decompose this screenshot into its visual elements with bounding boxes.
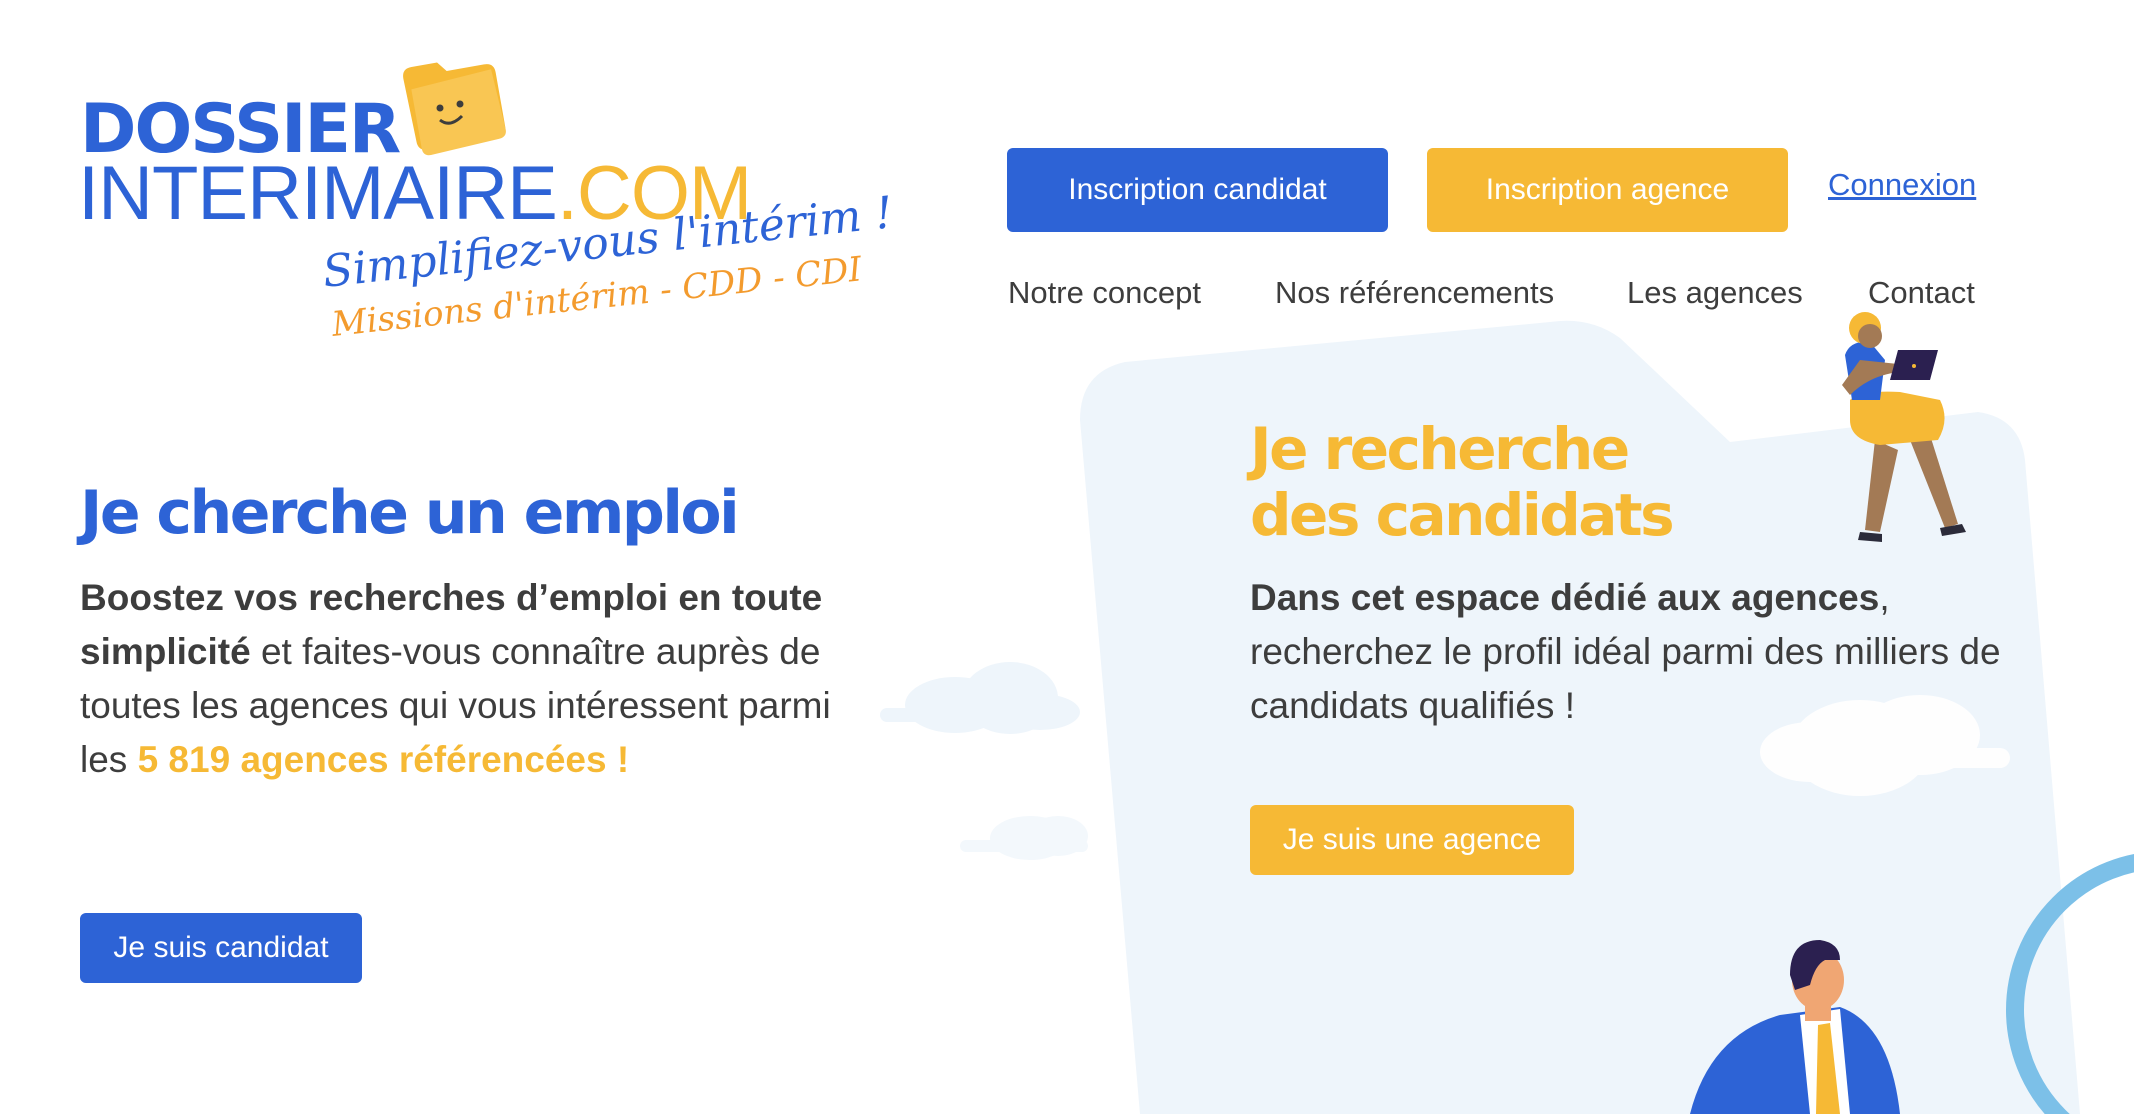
connexion-link[interactable]: Connexion [1828, 167, 1976, 203]
candidate-title: Je cherche un emploi [80, 478, 740, 548]
inscription-agence-button[interactable]: Inscription agence [1427, 148, 1788, 232]
je-suis-agence-button[interactable]: Je suis une agence [1250, 805, 1574, 875]
folder-mascot-icon [403, 62, 506, 156]
nav-item-agences[interactable]: Les agences [1627, 275, 1803, 311]
person-with-laptop-illustration [1842, 312, 1966, 542]
je-suis-candidat-button[interactable]: Je suis candidat [80, 913, 362, 983]
logo-word-interimaire-main: INTERIMAIRE [78, 151, 558, 236]
agency-text-bold: Dans cet espace dédié aux agences [1250, 577, 1880, 618]
agency-title-line2: des candidats [1250, 481, 1675, 549]
site-logo[interactable]: DOSSIER INTERIMAIRE.COM Simplifiez-vous … [78, 46, 895, 376]
businessman-illustration [1690, 940, 1900, 1114]
inscription-candidat-button[interactable]: Inscription candidat [1007, 148, 1388, 232]
nav-item-referencements[interactable]: Nos référencements [1275, 275, 1554, 311]
agency-count-highlight: 5 819 agences référencées ! [137, 739, 630, 780]
candidate-description: Boostez vos recherches d’emploi en toute… [80, 571, 840, 787]
agency-description: Dans cet espace dédié aux agences, reche… [1250, 571, 2030, 733]
agency-title-line1: Je recherche [1250, 415, 1630, 483]
nav-item-concept[interactable]: Notre concept [1008, 275, 1201, 311]
agency-title: Je recherche des candidats [1250, 415, 1675, 549]
